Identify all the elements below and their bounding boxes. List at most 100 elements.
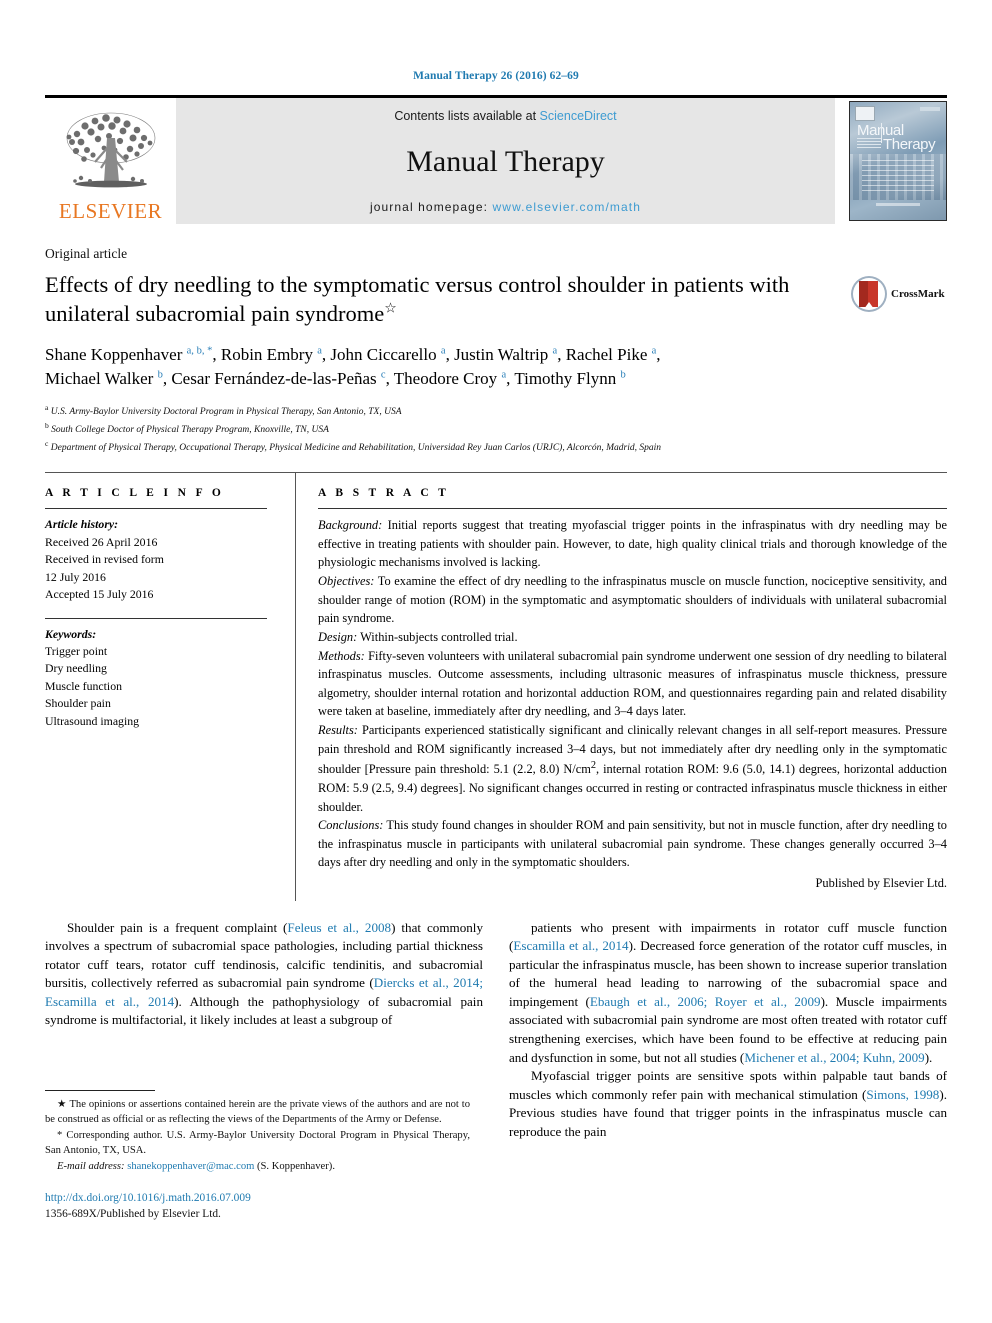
affiliation-list: a U.S. Army-Baylor University Doctoral P… [45,402,947,456]
affiliation-marker: b [45,420,49,430]
keywords-label: Keywords: [45,626,97,641]
cover-title-rule [881,123,882,143]
abstract-section-label: Design: [318,629,358,644]
abstract-publisher-line: Published by Elsevier Ltd. [815,875,947,890]
abstract-section-text: Within-subjects controlled trial. [357,629,518,644]
abstract-body: Background: Initial reports suggest that… [318,516,947,892]
email-owner: (S. Koppenhaver). [254,1161,335,1173]
elsevier-tree-icon [66,112,155,188]
journal-masthead: ELSEVIER Contents lists available at Sci… [45,95,947,224]
journal-cover-thumbnail: Manual Therapy [835,98,947,224]
abstract-section: Objectives: To examine the effect of dry… [318,572,947,628]
keyword-item: Ultrasound imaging [45,713,140,728]
crossmark-badge[interactable]: CrossMark [851,276,947,312]
body-column-right: patients who present with impairments in… [509,919,947,1142]
abstract-section: Methods: Fifty-seven volunteers with uni… [318,647,947,721]
abstract-section-text: This study found changes in shoulder ROM… [318,818,947,870]
abstract-heading: A B S T R A C T [318,487,450,500]
abstract-section-label: Results: [318,722,358,737]
abstract-section-label: Methods: [318,648,365,663]
title-text: Effects of dry needling to the symptomat… [45,272,790,327]
keywords-block: Keywords: Trigger point Dry needling Mus… [45,626,267,731]
elsevier-wordmark: ELSEVIER [58,199,163,223]
keyword-item: Shoulder pain [45,696,111,711]
abstract-section-label: Objectives: [318,574,375,589]
affiliation-marker: c [45,439,49,449]
cover-title-therapy: Therapy [883,136,936,153]
abstract-section-text: Fifty-seven volunteers with unilateral s… [318,648,947,719]
journal-title: Manual Therapy [406,144,605,178]
crossmark-icon [851,276,887,312]
affiliation-marker: a [45,402,49,412]
author-line-1: Shane Koppenhaver a, b, *, Robin Embry a… [45,344,661,364]
history-item: Received 26 April 2016 [45,534,158,549]
abstract-section-label: Conclusions: [318,818,384,833]
cover-subtitle-lines [857,138,881,148]
email-label: E-mail address: [57,1161,125,1173]
crossmark-label: CrossMark [891,288,945,300]
elsevier-logo: ELSEVIER [45,98,176,224]
journal-homepage-link[interactable]: www.elsevier.com/math [493,200,641,214]
cover-top-bar [920,107,940,111]
affiliation-text: Department of Physical Therapy, Occupati… [50,443,662,454]
cover-logo-box [855,106,875,121]
body-paragraph: Myofascial trigger points are sensitive … [509,1068,947,1139]
abstract-section: Background: Initial reports suggest that… [318,516,947,572]
cover-footer-bar [876,203,920,206]
history-item: Accepted 15 July 2016 [45,587,154,602]
footnote-corresponding-author: * Corresponding author. U.S. Army-Baylor… [45,1130,470,1157]
cover-image: Manual Therapy [849,101,947,221]
abstract-section-text: To examine the effect of dry needling to… [318,574,947,626]
abstract-section-label: Background: [318,518,383,533]
footnote-block: ★ The opinions or assertions contained h… [45,1090,470,1222]
abstract-section: Results: Participants experienced statis… [318,721,947,816]
keyword-item: Dry needling [45,661,107,676]
abstract-column: A B S T R A C T Background: Initial repo… [318,487,947,892]
abstract-section-text: Initial reports suggest that treating my… [318,518,947,570]
article-category: Original article [45,246,128,261]
journal-homepage-line: journal homepage: www.elsevier.com/math [370,200,641,214]
article-history-block: Article history: Received 26 April 2016 … [45,516,267,603]
cover-text-lines [862,160,934,192]
sciencedirect-link[interactable]: ScienceDirect [540,109,617,123]
footnote-title-note: ★ The opinions or assertions contained h… [45,1099,470,1126]
author-line-2: Michael Walker b, Cesar Fernández-de-las… [45,369,626,389]
affiliation-b: b South College Doctor of Physical Thera… [45,420,947,438]
affiliation-c: c Department of Physical Therapy, Occupa… [45,438,947,456]
article-info-column: A R T I C L E I N F O Article history: R… [45,487,295,892]
keyword-item: Muscle function [45,678,122,693]
abstract-section: Design: Within-subjects controlled trial… [318,628,947,647]
doi-block: http://dx.doi.org/10.1016/j.math.2016.07… [45,1192,470,1222]
affiliation-a: a U.S. Army-Baylor University Doctoral P… [45,402,947,420]
journal-band: Contents lists available at ScienceDirec… [176,98,835,224]
running-head: Manual Therapy 26 (2016) 62–69 [413,70,579,82]
page-title: Effects of dry needling to the symptomat… [45,270,851,329]
abstract-section: Conclusions: This study found changes in… [318,816,947,872]
contents-prefix: Contents lists available at [394,109,540,123]
contents-available-line: Contents lists available at ScienceDirec… [394,109,616,123]
abstract-rule [318,508,947,510]
doi-link[interactable]: http://dx.doi.org/10.1016/j.math.2016.07… [45,1192,470,1204]
footnote-email-line: E-mail address: shanekoppenhaver@mac.com… [45,1159,470,1174]
email-link[interactable]: shanekoppenhaver@mac.com [127,1161,254,1172]
history-item: Received in revised form [45,552,164,567]
article-info-heading: A R T I C L E I N F O [45,487,225,500]
info-abstract-panel: A R T I C L E I N F O Article history: R… [45,472,947,901]
abstract-section-text: Participants experienced statistically s… [318,722,947,814]
author-list: Shane Koppenhaver a, b, *, Robin Embry a… [45,343,947,392]
history-item: 12 July 2016 [45,569,106,584]
homepage-prefix: journal homepage: [369,200,493,214]
issn-line: 1356-689X/Published by Elsevier Ltd. [45,1208,221,1221]
affiliation-text: South College Doctor of Physical Therapy… [51,425,329,436]
affiliation-text: U.S. Army-Baylor University Doctoral Pro… [50,406,402,417]
title-footnote-marker: ☆ [384,301,397,317]
article-info-rule [45,508,267,510]
body-paragraph: patients who present with impairments in… [509,919,947,1065]
body-paragraph: Shoulder pain is a frequent complaint (F… [45,919,483,1028]
article-history-label: Article history: [45,517,119,532]
title-row: Effects of dry needling to the symptomat… [45,270,947,329]
panel-divider [295,473,296,901]
article-page: Manual Therapy 26 (2016) 62–69 ELSEVIER … [0,0,992,1323]
keyword-item: Trigger point [45,643,108,658]
keywords-rule [45,617,267,619]
